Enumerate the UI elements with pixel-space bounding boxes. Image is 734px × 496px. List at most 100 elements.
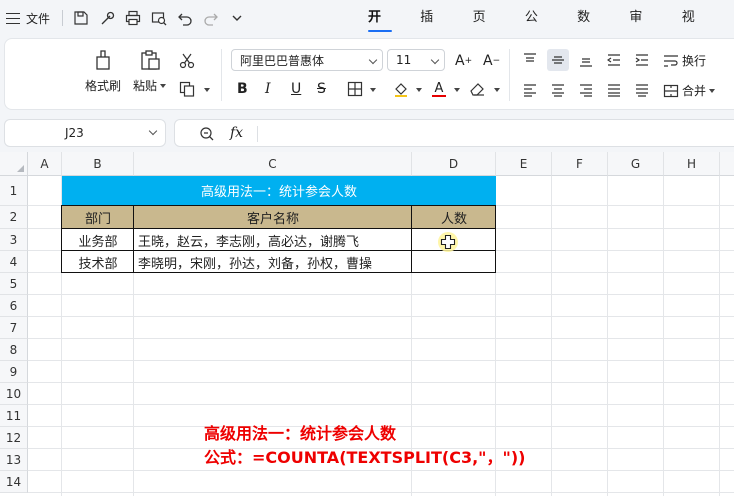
column-header-i[interactable] (720, 152, 734, 176)
spreadsheet-grid[interactable]: A B C D E F G H 1 2 3 4 5 6 7 8 9 10 11 … (0, 152, 734, 496)
column-header-g[interactable]: G (608, 152, 664, 176)
border-icon[interactable] (345, 79, 365, 99)
table-cell-names[interactable]: 李晓明，宋刚，孙达，刘备，孙权，曹操 (138, 251, 410, 273)
formula-divider (257, 126, 258, 142)
table-border (62, 250, 496, 251)
column-header-h[interactable]: H (664, 152, 720, 176)
table-border (133, 205, 134, 273)
formula-bar[interactable]: fx (174, 119, 734, 147)
select-all-corner[interactable] (0, 152, 28, 176)
align-middle-icon[interactable] (547, 49, 569, 71)
eraser-icon[interactable] (467, 79, 487, 99)
format-painter-button[interactable]: 格式刷 (85, 49, 121, 94)
decrease-indent-icon[interactable] (603, 49, 625, 71)
column-header-e[interactable]: E (496, 152, 552, 176)
row-header-6[interactable]: 6 (0, 295, 28, 317)
align-center-icon[interactable] (547, 79, 569, 101)
bold-icon[interactable]: B (237, 79, 248, 99)
header-cell-names[interactable]: 客户名称 (134, 206, 412, 228)
grid-line (28, 470, 734, 471)
zoom-icon[interactable] (199, 126, 215, 142)
print-icon[interactable] (125, 10, 141, 26)
name-box[interactable]: J23 (4, 119, 166, 147)
row-header-8[interactable]: 8 (0, 339, 28, 361)
copy-caret-icon[interactable] (204, 88, 210, 92)
row-header-9[interactable]: 9 (0, 361, 28, 383)
row-header-2[interactable]: 2 (0, 206, 28, 229)
column-header-b[interactable]: B (62, 152, 134, 176)
increase-indent-icon[interactable] (631, 49, 653, 71)
header-cell-dept[interactable]: 部门 (62, 206, 134, 228)
note-formula: 公式：=COUNTA(TEXTSPLIT(C3,"，")) (204, 448, 526, 467)
merge-button[interactable]: 合并 (663, 82, 716, 99)
tab-view[interactable]: 视图 (682, 0, 706, 61)
align-top-icon[interactable] (519, 49, 541, 71)
align-bottom-icon[interactable] (575, 49, 597, 71)
tab-data[interactable]: 数据 (577, 0, 601, 61)
eraser-caret-icon[interactable] (494, 88, 500, 92)
row-header-14[interactable]: 14 (0, 471, 28, 493)
align-left-icon[interactable] (519, 79, 541, 101)
justify-icon[interactable] (603, 79, 625, 101)
print-preview-icon[interactable] (151, 10, 167, 26)
paste-button[interactable]: 粘贴 (133, 49, 167, 94)
wrap-text-button[interactable]: 换行 (663, 52, 706, 69)
align-right-icon[interactable] (575, 79, 597, 101)
grid-line (28, 294, 734, 295)
ribbon-divider (221, 49, 222, 101)
grid-line (28, 360, 734, 361)
fill-caret-icon[interactable] (416, 88, 422, 92)
column-header-d[interactable]: D (412, 152, 496, 176)
export-icon[interactable] (99, 10, 115, 26)
file-menu[interactable]: 文件 (6, 0, 50, 36)
caret-icon (160, 83, 167, 88)
increase-font-icon[interactable]: A + (455, 51, 472, 71)
fx-icon[interactable]: fx (230, 125, 243, 141)
row-header-12[interactable]: 12 (0, 427, 28, 449)
column-header-f[interactable]: F (552, 152, 608, 176)
table-cell-names[interactable]: 王晓，赵云，李志刚，高必达，谢腾飞 (138, 229, 410, 251)
chevron-down-icon (368, 55, 378, 65)
font-color-caret-icon[interactable] (454, 88, 460, 92)
table-cell-dept[interactable]: 技术部 (62, 251, 134, 273)
table-cell-count[interactable] (412, 251, 496, 273)
header-cell-count[interactable]: 人数 (412, 206, 496, 228)
font-color-icon[interactable]: A (429, 79, 449, 99)
distributed-align-icon[interactable] (631, 79, 653, 101)
row-header-3[interactable]: 3 (0, 229, 28, 251)
font-name-select[interactable]: 阿里巴巴普惠体 (231, 49, 383, 71)
column-header-a[interactable]: A (28, 152, 62, 176)
font-size-select[interactable]: 11 (387, 49, 445, 71)
copy-icon[interactable] (177, 79, 197, 99)
row-header-7[interactable]: 7 (0, 317, 28, 339)
tab-insert[interactable]: 插入 (420, 0, 444, 61)
border-caret-icon[interactable] (370, 88, 376, 92)
row-header-11[interactable]: 11 (0, 405, 28, 427)
fill-color-icon[interactable] (391, 79, 411, 99)
row-header-5[interactable]: 5 (0, 273, 28, 295)
save-icon[interactable] (73, 10, 89, 26)
row-header-13[interactable]: 13 (0, 449, 28, 471)
chevron-down-icon[interactable] (229, 10, 245, 26)
tab-home[interactable]: 开始 (368, 0, 393, 61)
grid-line (28, 382, 734, 383)
table-border (411, 205, 412, 273)
italic-icon[interactable]: I (265, 79, 271, 99)
decrease-font-icon[interactable]: A − (483, 51, 500, 71)
grid-line (28, 492, 734, 493)
row-header-1[interactable]: 1 (0, 176, 28, 206)
cut-icon[interactable] (177, 51, 197, 71)
column-header-c[interactable]: C (134, 152, 412, 176)
redo-icon[interactable] (203, 10, 219, 26)
table-cell-dept[interactable]: 业务部 (62, 229, 134, 251)
tab-review[interactable]: 审阅 (629, 0, 653, 61)
row-header-4[interactable]: 4 (0, 251, 28, 273)
tab-formula[interactable]: 公式 (525, 0, 549, 61)
strikethrough-icon[interactable]: S (317, 79, 326, 99)
table-title-cell[interactable]: 高级用法一：统计参会人数 (62, 176, 496, 205)
underline-icon[interactable]: U (291, 79, 301, 99)
undo-icon[interactable] (177, 10, 193, 26)
table-border (62, 228, 496, 229)
tab-page[interactable]: 页面 (473, 0, 497, 61)
row-header-10[interactable]: 10 (0, 383, 28, 405)
